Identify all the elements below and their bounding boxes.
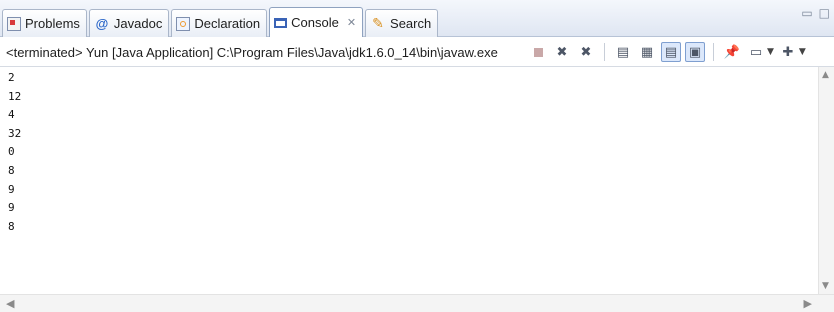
vertical-scrollbar[interactable]: ▲ ▼ bbox=[818, 67, 834, 294]
declaration-icon bbox=[176, 16, 191, 31]
problems-icon bbox=[7, 16, 21, 31]
remove-all-terminated-icon[interactable]: ✖ bbox=[576, 42, 596, 62]
process-status-label: <terminated> Yun [Java Application] C:\P… bbox=[6, 45, 498, 60]
output-line: 0 bbox=[8, 145, 15, 159]
tab-declaration[interactable]: Declaration bbox=[171, 9, 268, 37]
tab-console-label: Console bbox=[291, 15, 339, 30]
tab-console[interactable]: Console ✕ bbox=[269, 7, 364, 37]
output-line: 4 bbox=[8, 108, 15, 122]
scroll-right-icon[interactable]: ▶ bbox=[804, 297, 812, 310]
display-selected-console-icon[interactable]: ▭ bbox=[746, 42, 766, 62]
chevron-down-icon[interactable]: ▼ bbox=[799, 47, 806, 57]
minimize-icon[interactable]: ▭ bbox=[801, 6, 812, 20]
output-line: 9 bbox=[8, 182, 15, 196]
scroll-up-icon[interactable]: ▲ bbox=[822, 70, 829, 80]
scroll-down-icon[interactable]: ▼ bbox=[822, 281, 829, 291]
output-line: 2 bbox=[8, 71, 15, 84]
tab-javadoc[interactable]: @ Javadoc bbox=[88, 9, 170, 37]
remove-launch-icon[interactable]: ✖ bbox=[552, 42, 572, 62]
tab-search[interactable]: ✎ Search bbox=[365, 9, 439, 37]
output-line: 32 bbox=[8, 126, 22, 140]
output-lines: 2 12 4 32 0 8 9 9 8 bbox=[0, 67, 818, 236]
tab-problems[interactable]: Problems bbox=[2, 9, 87, 37]
scroll-lock-icon[interactable]: ▤ bbox=[613, 42, 633, 62]
show-console-on-stderr-icon[interactable]: ▣ bbox=[685, 42, 705, 62]
close-icon[interactable]: ✕ bbox=[347, 16, 356, 29]
open-console-icon[interactable]: ✚ bbox=[778, 42, 798, 62]
console-view: Problems @ Javadoc Declaration Console ✕… bbox=[0, 0, 834, 312]
toolbar-separator bbox=[604, 43, 605, 61]
maximize-icon[interactable]: □ bbox=[819, 6, 830, 20]
tab-javadoc-label: Javadoc bbox=[113, 16, 163, 31]
output-line: 9 bbox=[8, 201, 15, 215]
chevron-down-icon[interactable]: ▼ bbox=[767, 47, 774, 57]
tab-problems-label: Problems bbox=[25, 16, 80, 31]
terminate-icon[interactable] bbox=[528, 42, 548, 62]
tab-declaration-label: Declaration bbox=[194, 16, 261, 31]
window-controls: ▭ □ bbox=[801, 6, 830, 20]
search-icon: ✎ bbox=[372, 15, 384, 32]
console-icon bbox=[274, 17, 288, 28]
toolbar-buttons: ✖ ✖ ▤ ▦ ▤ ▣ 📌 ▭ ▼ ✚ ▼ bbox=[528, 41, 806, 63]
tab-search-label: Search bbox=[390, 16, 432, 31]
show-console-on-stdout-icon[interactable]: ▤ bbox=[661, 42, 681, 62]
horizontal-scrollbar[interactable]: ◀ ▶ bbox=[0, 294, 834, 312]
view-tab-strip: Problems @ Javadoc Declaration Console ✕… bbox=[0, 0, 834, 37]
word-wrap-icon[interactable]: ▦ bbox=[637, 42, 657, 62]
console-toolbar: <terminated> Yun [Java Application] C:\P… bbox=[0, 37, 834, 67]
javadoc-icon: @ bbox=[95, 16, 109, 31]
output-line: 12 bbox=[8, 89, 22, 103]
output-line: 8 bbox=[8, 163, 15, 177]
console-output[interactable]: 2 12 4 32 0 8 9 9 8 bbox=[0, 67, 818, 294]
scroll-left-icon[interactable]: ◀ bbox=[6, 297, 14, 310]
output-line: 8 bbox=[8, 219, 15, 233]
pin-console-icon[interactable]: 📌 bbox=[722, 42, 742, 62]
tab-list: Problems @ Javadoc Declaration Console ✕… bbox=[2, 3, 440, 37]
toolbar-separator bbox=[713, 43, 714, 61]
